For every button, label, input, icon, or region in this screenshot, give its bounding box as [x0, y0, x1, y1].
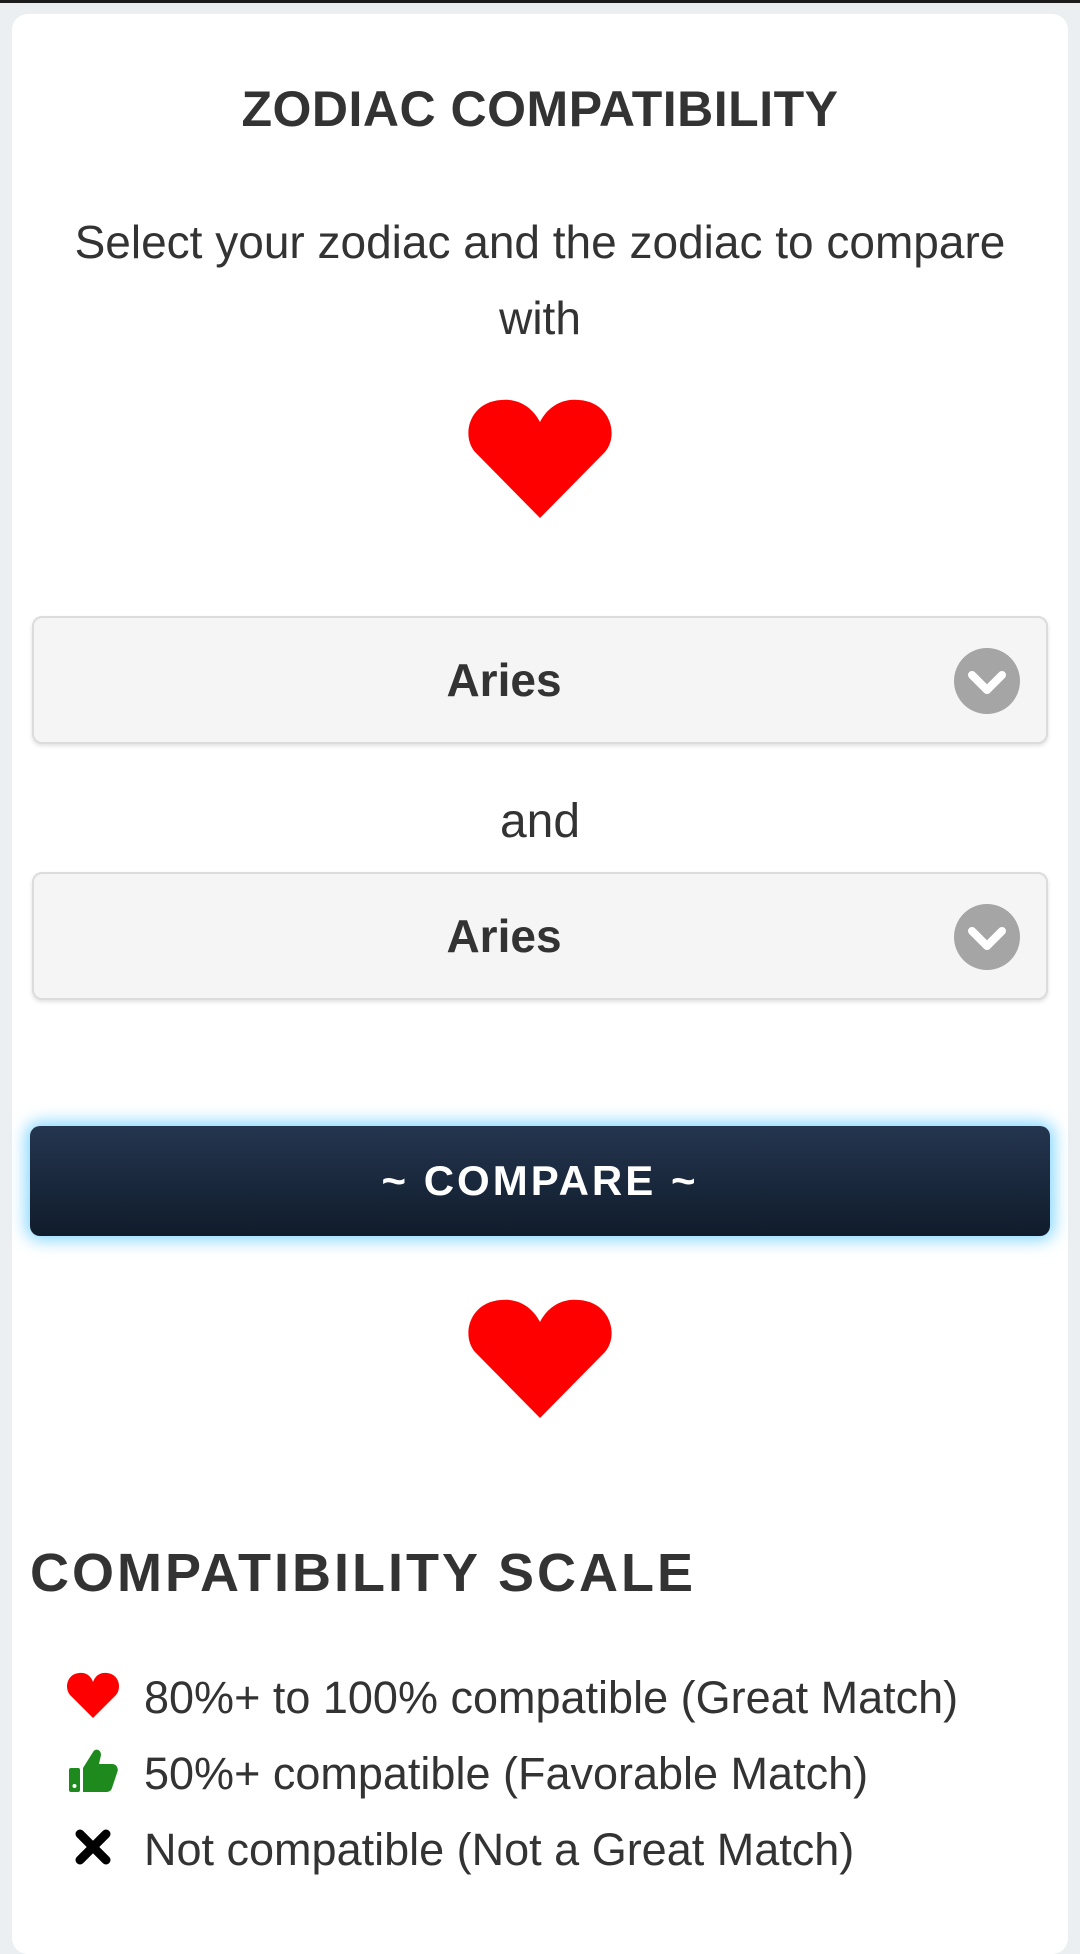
legend-item-text: Not compatible (Not a Great Match)	[144, 1824, 855, 1875]
page-title: ZODIAC COMPATIBILITY	[241, 81, 839, 137]
scale-title: COMPATIBILITY SCALE	[30, 1543, 697, 1603]
zodiac-select-second[interactable]: Aries	[32, 872, 1048, 1000]
legend-item-text: 80%+ to 100% compatible (Great Match)	[144, 1672, 959, 1723]
legend-item: Not compatible (Not a Great Match)	[52, 1820, 1052, 1890]
page-subtitle: Select your zodiac and the zodiac to com…	[74, 216, 1006, 344]
and-label: and	[499, 795, 581, 848]
zodiac-select-first[interactable]: Aries	[32, 616, 1048, 744]
compatibility-card: ZODIAC COMPATIBILITY Select your zodiac …	[12, 14, 1068, 1954]
compare-button[interactable]: ~ COMPARE ~	[30, 1126, 1050, 1236]
chevron-down-icon[interactable]	[954, 904, 1020, 970]
legend-item-text: 50%+ compatible (Favorable Match)	[144, 1748, 869, 1799]
zodiac-select-first-value: Aries	[446, 654, 562, 706]
zodiac-select-second-value: Aries	[446, 910, 562, 962]
thumbs-up-icon	[66, 1744, 120, 1798]
top-border	[0, 0, 1080, 3]
x-icon	[66, 1820, 120, 1874]
heart-icon	[66, 1668, 120, 1722]
heart-icon	[467, 1296, 613, 1420]
chevron-down-icon[interactable]	[954, 648, 1020, 714]
legend-item: 50%+ compatible (Favorable Match)	[52, 1744, 1052, 1814]
heart-icon	[467, 396, 613, 520]
legend-item: 80%+ to 100% compatible (Great Match)	[52, 1668, 1052, 1738]
